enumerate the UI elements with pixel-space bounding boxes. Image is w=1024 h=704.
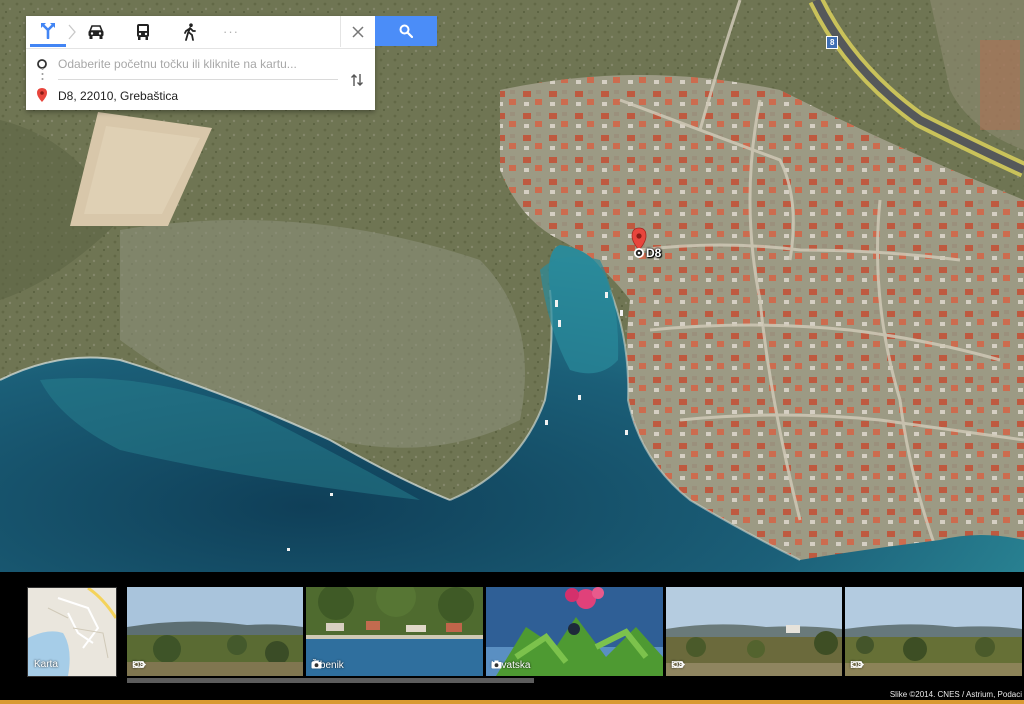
row-divider bbox=[58, 79, 338, 80]
photo-thumbnail[interactable]: D8 bbox=[666, 587, 842, 676]
destination-input[interactable] bbox=[58, 86, 336, 106]
photo-thumbnail[interactable]: Hrvatska bbox=[486, 587, 663, 676]
imagery-attribution: Slike ©2014. CNES / Astrium, Podaci bbox=[889, 690, 1022, 699]
directions-icon bbox=[41, 23, 55, 39]
tab-more[interactable]: ··· bbox=[213, 16, 249, 47]
directions-panel: ··· bbox=[26, 16, 375, 110]
close-button[interactable] bbox=[340, 16, 375, 47]
window-bottom-edge bbox=[0, 700, 1024, 704]
photo-thumbnail[interactable]: D8 bbox=[845, 587, 1022, 676]
chevron-right-icon bbox=[68, 24, 76, 45]
camera-icon bbox=[491, 660, 502, 669]
close-icon bbox=[352, 25, 364, 38]
bus-icon bbox=[137, 23, 149, 40]
origin-input[interactable] bbox=[58, 54, 336, 74]
road-number-badge: 8 bbox=[826, 36, 839, 49]
panorama-icon bbox=[850, 661, 864, 668]
destination-row bbox=[26, 82, 375, 110]
panorama-icon bbox=[671, 661, 685, 668]
map-thumb-label: Karta bbox=[34, 659, 58, 670]
map-marker-label[interactable]: D8 bbox=[646, 246, 661, 260]
swap-waypoints-button[interactable] bbox=[346, 69, 368, 91]
swap-icon bbox=[351, 74, 363, 86]
tab-transit[interactable] bbox=[125, 16, 161, 47]
destination-pin-icon bbox=[37, 88, 47, 102]
car-icon bbox=[88, 24, 104, 39]
tab-driving[interactable] bbox=[78, 16, 114, 47]
camera-icon bbox=[311, 660, 322, 669]
travel-mode-bar: ··· bbox=[26, 16, 375, 49]
photo-thumbnail[interactable]: D8 bbox=[127, 587, 303, 676]
walk-icon bbox=[184, 22, 196, 41]
origin-row bbox=[26, 50, 375, 78]
search-icon bbox=[399, 24, 413, 38]
tab-directions[interactable] bbox=[30, 16, 66, 47]
scrollbar-thumb[interactable] bbox=[127, 678, 534, 683]
photo-strip-scrollbar[interactable] bbox=[127, 678, 534, 683]
tab-walking[interactable] bbox=[172, 16, 208, 47]
photo-strip: Karta D8 Šibenik Hrvatska D8 D8 Slike ©2… bbox=[0, 572, 1024, 704]
panorama-icon bbox=[132, 661, 146, 668]
search-button[interactable] bbox=[375, 16, 437, 46]
photo-thumbnail[interactable]: Šibenik bbox=[306, 587, 483, 676]
map-view-thumbnail[interactable]: Karta bbox=[27, 587, 117, 677]
map-pin-icon bbox=[631, 227, 647, 258]
